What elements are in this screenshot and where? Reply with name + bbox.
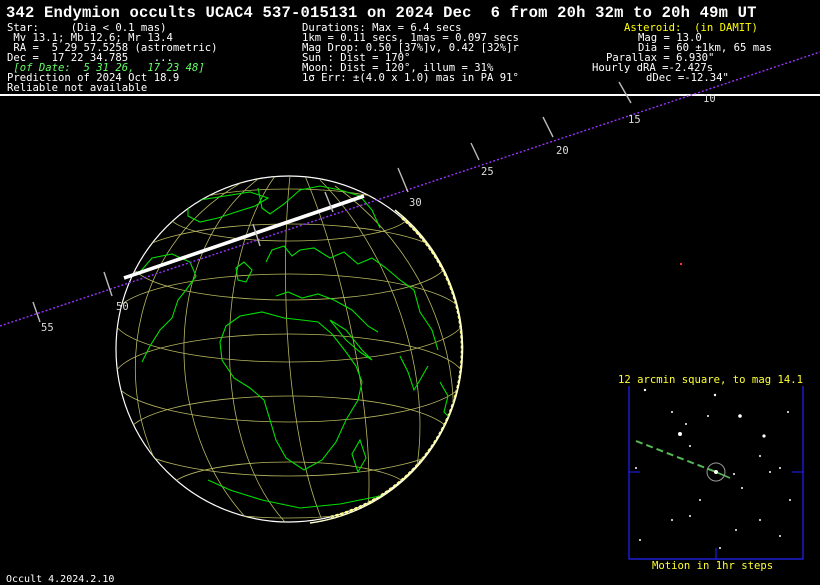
star (689, 445, 691, 447)
star (769, 471, 771, 473)
star (759, 519, 761, 521)
star (671, 411, 673, 413)
star (678, 432, 682, 436)
time-tick (397, 167, 409, 193)
star-chart-footer: Motion in 1hr steps (652, 560, 774, 572)
star-chart-title: 12 arcmin square, to mag 14.1 (618, 374, 803, 386)
time-tick (470, 142, 480, 161)
star-field (635, 388, 791, 549)
star (699, 499, 701, 501)
star (779, 535, 781, 537)
star (719, 547, 721, 549)
star (789, 499, 791, 501)
target-marker (680, 263, 682, 265)
star (685, 423, 687, 425)
time-tick (618, 81, 632, 104)
time-label: 25 (481, 166, 494, 178)
star (741, 487, 743, 489)
time-label: 50 (116, 301, 129, 313)
star (735, 529, 737, 531)
star (635, 467, 637, 469)
star (762, 434, 766, 438)
time-label: 20 (556, 145, 569, 157)
time-label: 55 (41, 322, 54, 334)
time-label: 30 (409, 197, 422, 209)
star (671, 519, 673, 521)
time-tick (103, 271, 113, 297)
asteroid-motion-track (635, 440, 717, 473)
star (779, 467, 781, 469)
time-tick (32, 301, 41, 323)
star (714, 470, 718, 474)
star (643, 388, 647, 392)
version-label: Occult 4.2024.2.10 (6, 574, 115, 585)
globe-limb (115, 175, 463, 523)
star (639, 539, 641, 541)
star (689, 515, 691, 517)
star (738, 414, 742, 418)
star (787, 411, 789, 413)
globe-map: 10 15 20 25 30 50 55 (0, 51, 820, 560)
star-chart (628, 386, 804, 560)
time-label: 10 (703, 93, 716, 105)
star (733, 473, 735, 475)
star (713, 393, 717, 397)
star (707, 415, 709, 417)
star (759, 455, 761, 457)
time-tick (542, 116, 554, 138)
time-label: 15 (628, 114, 641, 126)
